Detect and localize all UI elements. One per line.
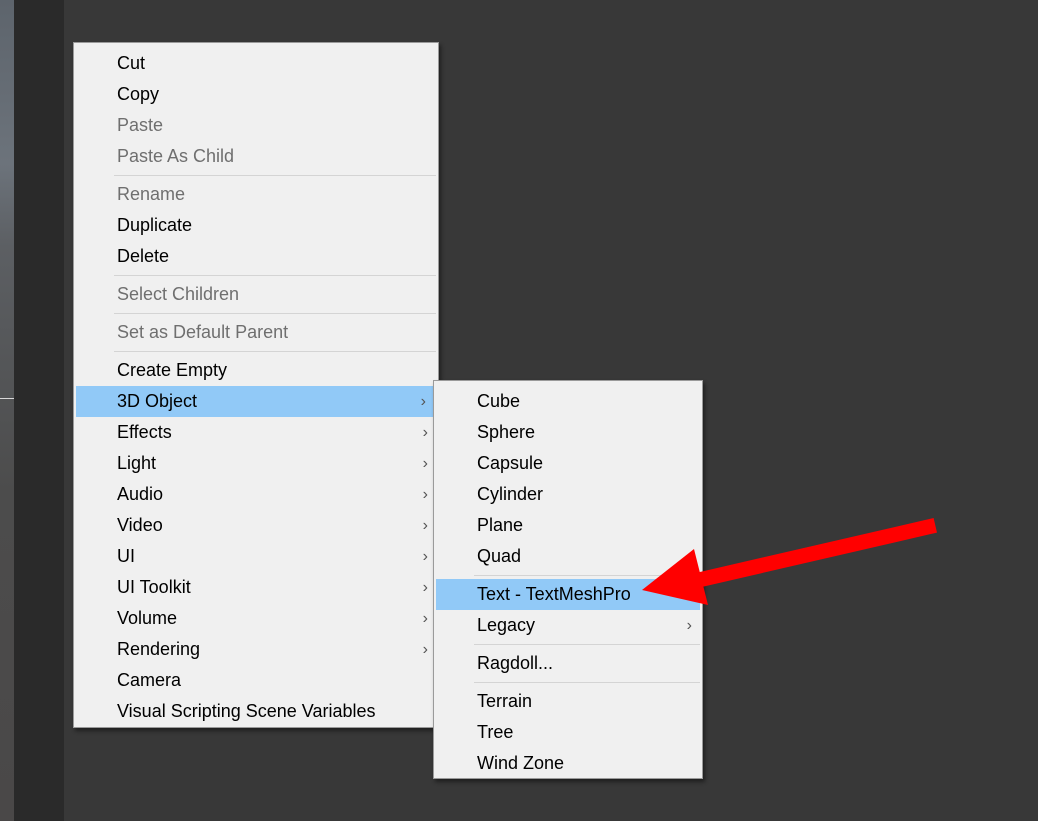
menu-item-volume[interactable]: Volume ›: [74, 603, 438, 634]
submenu-item-legacy[interactable]: Legacy ›: [434, 610, 702, 641]
menu-item-label: Text - TextMeshPro: [477, 584, 631, 604]
submenu-item-text-textmeshpro[interactable]: Text - TextMeshPro: [436, 579, 700, 610]
menu-item-visual-scripting-scene-variables[interactable]: Visual Scripting Scene Variables: [74, 696, 438, 727]
chevron-right-icon: ›: [422, 424, 428, 441]
menu-item-label: Cut: [117, 53, 146, 73]
menu-separator: [114, 275, 436, 276]
menu-item-label: Paste: [117, 115, 164, 135]
submenu-item-cylinder[interactable]: Cylinder: [434, 479, 702, 510]
scene-gizmo-line: [0, 398, 14, 399]
menu-item-label: Sphere: [477, 422, 536, 442]
chevron-right-icon: ›: [422, 455, 428, 472]
chevron-right-icon: ›: [686, 617, 692, 634]
panel-divider: [14, 0, 64, 821]
menu-item-label: UI Toolkit: [117, 577, 191, 597]
submenu-item-quad[interactable]: Quad: [434, 541, 702, 572]
menu-item-copy[interactable]: Copy: [74, 79, 438, 110]
menu-item-ui[interactable]: UI ›: [74, 541, 438, 572]
menu-item-label: Plane: [477, 515, 524, 535]
menu-item-label: Legacy: [477, 615, 536, 635]
menu-item-paste-as-child[interactable]: Paste As Child: [74, 141, 438, 172]
menu-item-label: Ragdoll...: [477, 653, 554, 673]
menu-separator: [474, 644, 700, 645]
menu-item-label: Cylinder: [477, 484, 544, 504]
menu-separator: [114, 175, 436, 176]
menu-item-delete[interactable]: Delete: [74, 241, 438, 272]
menu-item-label: Set as Default Parent: [117, 322, 289, 342]
submenu-item-tree[interactable]: Tree: [434, 717, 702, 748]
menu-item-video[interactable]: Video ›: [74, 510, 438, 541]
menu-item-label: Rendering: [117, 639, 201, 659]
menu-item-label: Visual Scripting Scene Variables: [117, 701, 376, 721]
menu-separator: [114, 313, 436, 314]
menu-item-label: Duplicate: [117, 215, 193, 235]
menu-item-label: Light: [117, 453, 157, 473]
menu-item-3d-object[interactable]: 3D Object ›: [76, 386, 436, 417]
menu-item-label: Tree: [477, 722, 514, 742]
menu-item-label: Select Children: [117, 284, 240, 304]
menu-item-label: Terrain: [477, 691, 533, 711]
submenu-item-ragdoll[interactable]: Ragdoll...: [434, 648, 702, 679]
menu-separator: [474, 682, 700, 683]
menu-item-label: Audio: [117, 484, 164, 504]
menu-item-label: Copy: [117, 84, 160, 104]
submenu-item-terrain[interactable]: Terrain: [434, 686, 702, 717]
menu-item-label: Rename: [117, 184, 186, 204]
menu-item-label: Capsule: [477, 453, 544, 473]
menu-item-audio[interactable]: Audio ›: [74, 479, 438, 510]
menu-item-label: Cube: [477, 391, 521, 411]
chevron-right-icon: ›: [422, 610, 428, 627]
menu-item-paste[interactable]: Paste: [74, 110, 438, 141]
menu-separator: [474, 575, 700, 576]
menu-item-light[interactable]: Light ›: [74, 448, 438, 479]
chevron-right-icon: ›: [422, 517, 428, 534]
scene-view-edge: [0, 0, 14, 821]
menu-item-label: Camera: [117, 670, 182, 690]
submenu-item-wind-zone[interactable]: Wind Zone: [434, 748, 702, 779]
menu-item-set-default-parent[interactable]: Set as Default Parent: [74, 317, 438, 348]
menu-item-ui-toolkit[interactable]: UI Toolkit ›: [74, 572, 438, 603]
menu-item-create-empty[interactable]: Create Empty: [74, 355, 438, 386]
chevron-right-icon: ›: [422, 641, 428, 658]
chevron-right-icon: ›: [422, 548, 428, 565]
menu-item-label: Delete: [117, 246, 170, 266]
menu-item-cut[interactable]: Cut: [74, 48, 438, 79]
menu-item-rendering[interactable]: Rendering ›: [74, 634, 438, 665]
menu-item-label: Video: [117, 515, 163, 535]
submenu-item-plane[interactable]: Plane: [434, 510, 702, 541]
menu-item-label: Create Empty: [117, 360, 228, 380]
menu-item-label: Wind Zone: [477, 753, 565, 773]
chevron-right-icon: ›: [422, 486, 428, 503]
menu-separator: [114, 351, 436, 352]
menu-item-label: UI: [117, 546, 135, 566]
chevron-right-icon: ›: [422, 579, 428, 596]
menu-item-label: Effects: [117, 422, 172, 442]
menu-item-label: Volume: [117, 608, 178, 628]
menu-item-label: Paste As Child: [117, 146, 235, 166]
menu-item-label: 3D Object: [117, 391, 198, 411]
menu-item-duplicate[interactable]: Duplicate: [74, 210, 438, 241]
context-menu: Cut Copy Paste Paste As Child Rename Dup…: [73, 42, 439, 728]
menu-item-rename[interactable]: Rename: [74, 179, 438, 210]
submenu-item-cube[interactable]: Cube: [434, 386, 702, 417]
menu-item-camera[interactable]: Camera: [74, 665, 438, 696]
menu-item-label: Quad: [477, 546, 522, 566]
chevron-right-icon: ›: [420, 393, 426, 410]
submenu-3d-object: Cube Sphere Capsule Cylinder Plane Quad …: [433, 380, 703, 779]
menu-item-select-children[interactable]: Select Children: [74, 279, 438, 310]
menu-item-effects[interactable]: Effects ›: [74, 417, 438, 448]
submenu-item-capsule[interactable]: Capsule: [434, 448, 702, 479]
submenu-item-sphere[interactable]: Sphere: [434, 417, 702, 448]
